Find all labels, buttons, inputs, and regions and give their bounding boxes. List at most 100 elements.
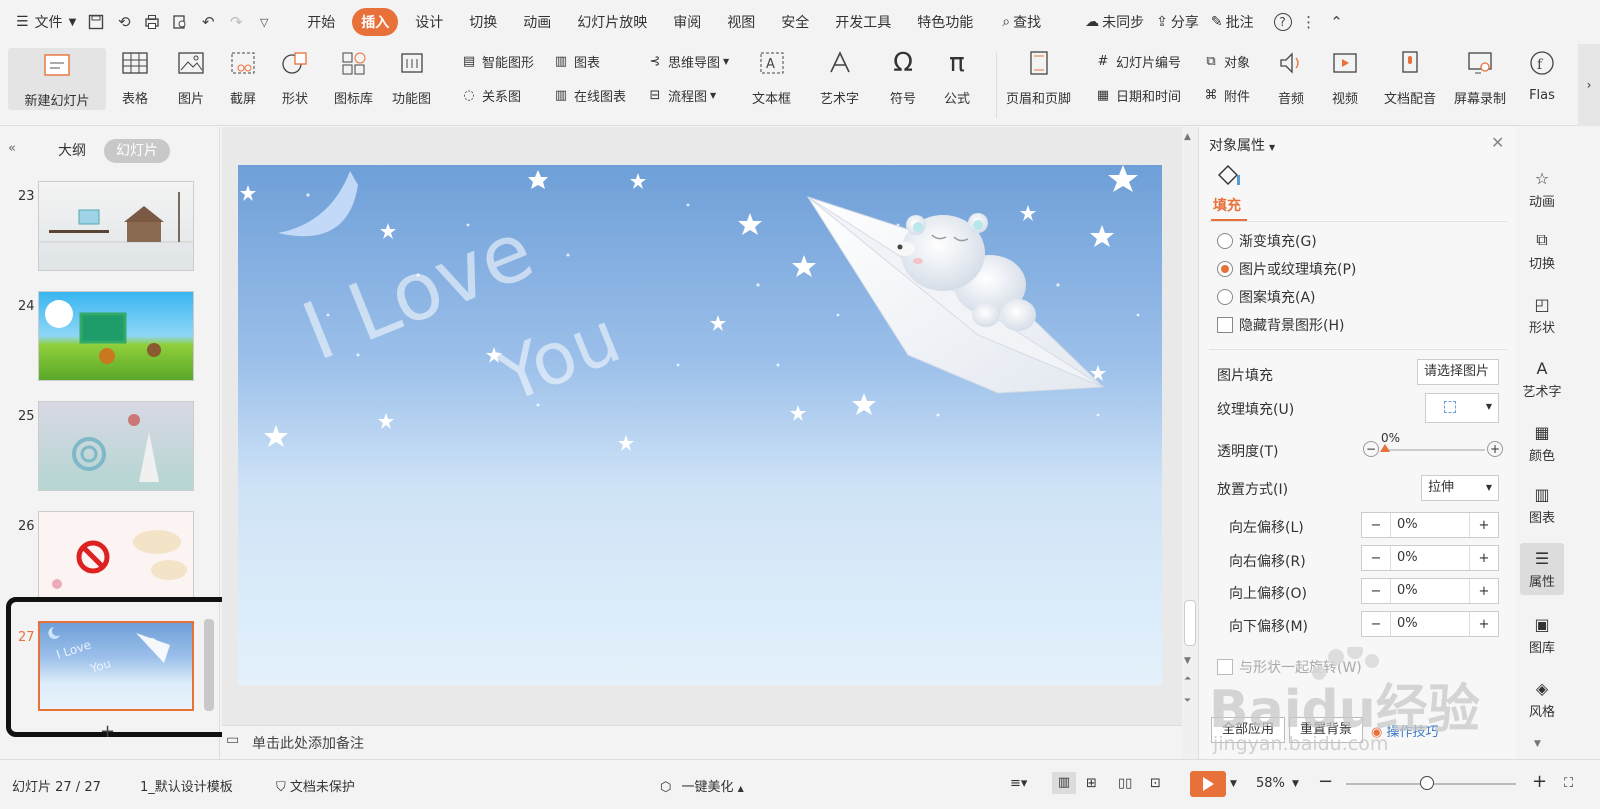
- file-menu[interactable]: ☰ 文件 ▼: [10, 8, 82, 36]
- rightbar-shape[interactable]: ◰ 形状: [1520, 293, 1564, 337]
- slide-thumbnail-23[interactable]: [38, 181, 194, 271]
- notes-pane[interactable]: ▭ 单击此处添加备注: [222, 725, 1182, 757]
- transparency-slider[interactable]: [1380, 444, 1485, 452]
- tips-link[interactable]: ◉ 操作技巧: [1371, 721, 1439, 740]
- decrement-button[interactable]: −: [1362, 518, 1390, 533]
- save-icon[interactable]: [85, 11, 107, 33]
- offset-right-stepper[interactable]: −0% +: [1361, 545, 1499, 571]
- print-preview-icon[interactable]: [169, 11, 191, 33]
- zoom-level[interactable]: 58%: [1256, 776, 1285, 791]
- rightbar-gallery[interactable]: ▣ 图库: [1520, 613, 1564, 657]
- new-slide-button[interactable]: 新建幻灯片: [8, 48, 106, 110]
- tab-developer[interactable]: 开发工具: [826, 8, 900, 36]
- zoom-chevron-icon[interactable]: ▼: [1292, 779, 1299, 789]
- customize-icon[interactable]: ▽: [253, 11, 275, 33]
- one-click-beautify-button[interactable]: ⬡ 一键美化 ▲: [660, 776, 744, 795]
- more-icon[interactable]: ⋮: [1298, 11, 1320, 33]
- undo-icon[interactable]: ↶: [197, 11, 219, 33]
- textbox-button[interactable]: A 文本框: [752, 48, 791, 107]
- scroll-up-icon[interactable]: ▲: [1184, 132, 1191, 142]
- select-picture-button[interactable]: 请选择图片: [1417, 359, 1499, 385]
- tab-fill[interactable]: 填充: [1213, 195, 1241, 215]
- relation-chart-button[interactable]: ◌ 关系图: [460, 86, 521, 105]
- flash-button[interactable]: f Flas: [1524, 48, 1560, 103]
- radio-picture-fill[interactable]: 图片或纹理填充(P): [1217, 259, 1356, 279]
- table-button[interactable]: 表格: [120, 48, 150, 107]
- picture-button[interactable]: 图片: [176, 48, 206, 107]
- offset-up-stepper[interactable]: −0% +: [1361, 578, 1499, 604]
- decrement-button[interactable]: −: [1362, 617, 1390, 632]
- sync-button[interactable]: ☁ 未同步: [1079, 8, 1150, 36]
- zoom-out-button[interactable]: −: [1318, 771, 1333, 792]
- increment-button[interactable]: +: [1470, 551, 1498, 566]
- mindmap-button[interactable]: ⊰ 思维导图 ▼: [646, 52, 730, 71]
- video-button[interactable]: 视频: [1330, 48, 1360, 107]
- slide-canvas[interactable]: I Love You: [238, 165, 1162, 685]
- slide-sorter-icon[interactable]: ⊞: [1086, 776, 1097, 791]
- slide-number-button[interactable]: # 幻灯片编号: [1094, 52, 1181, 71]
- canvas-scrollbar-thumb[interactable]: [1184, 600, 1196, 646]
- radio-pattern-fill[interactable]: 图案填充(A): [1217, 287, 1316, 307]
- apply-all-button[interactable]: 全部应用: [1211, 717, 1285, 743]
- help-icon[interactable]: ?: [1273, 13, 1292, 31]
- offset-down-stepper[interactable]: −0% +: [1361, 611, 1499, 637]
- thumbnail-scrollbar-thumb[interactable]: [204, 619, 214, 711]
- close-icon[interactable]: ✕: [1491, 133, 1504, 152]
- decrement-button[interactable]: −: [1362, 551, 1390, 566]
- slide-thumbnail-26[interactable]: [38, 511, 194, 601]
- transparency-decrease-button[interactable]: −: [1363, 441, 1379, 457]
- function-chart-button[interactable]: 功能图: [392, 48, 431, 107]
- screenshot-button[interactable]: 截屏: [228, 48, 258, 107]
- notes-toggle-icon[interactable]: ≡▾: [1010, 776, 1027, 791]
- rightbar-animation[interactable]: ☆ 动画: [1520, 167, 1564, 211]
- rightbar-style[interactable]: ◈ 风格: [1520, 677, 1564, 721]
- search-button[interactable]: ⌕ 查找: [996, 8, 1047, 36]
- tab-home[interactable]: 开始: [298, 8, 344, 36]
- offset-left-stepper[interactable]: −0% +: [1361, 512, 1499, 538]
- icon-library-button[interactable]: 图标库: [334, 48, 373, 107]
- rightbar-transition[interactable]: ⧉ 切换: [1520, 229, 1564, 272]
- narration-button[interactable]: 文档配音: [1384, 48, 1436, 107]
- play-slideshow-button[interactable]: [1190, 771, 1226, 797]
- collapse-panel-icon[interactable]: «: [8, 141, 16, 156]
- rightbar-scroll-down-icon[interactable]: ▼: [1534, 739, 1541, 749]
- attachment-button[interactable]: ⌘ 附件: [1202, 86, 1251, 105]
- redo-icon[interactable]: ↷: [225, 11, 247, 33]
- tab-transition[interactable]: 切换: [460, 8, 506, 36]
- print-icon[interactable]: [141, 11, 163, 33]
- audio-button[interactable]: 音频: [1276, 48, 1306, 107]
- formula-button[interactable]: π 公式: [942, 48, 972, 107]
- slide-thumbnail-25[interactable]: [38, 401, 194, 491]
- header-footer-button[interactable]: 页眉和页脚: [1006, 48, 1071, 107]
- document-protection-button[interactable]: ⛉ 文档未保护: [276, 776, 355, 795]
- tab-security[interactable]: 安全: [772, 8, 818, 36]
- smart-art-button[interactable]: ▤ 智能图形: [460, 52, 534, 71]
- increment-button[interactable]: +: [1470, 518, 1498, 533]
- normal-view-icon[interactable]: ▥: [1052, 772, 1076, 794]
- wordart-button[interactable]: 艺术字: [820, 48, 859, 107]
- reading-view-icon[interactable]: ▯▯: [1118, 776, 1132, 791]
- zoom-slider[interactable]: [1346, 776, 1516, 790]
- rightbar-properties[interactable]: ☰ 属性: [1520, 543, 1564, 595]
- reset-background-button[interactable]: 重置背景: [1289, 717, 1363, 743]
- ribbon-scroll-right-button[interactable]: ›: [1578, 44, 1600, 126]
- format-painter-icon[interactable]: ⟲: [113, 11, 135, 33]
- zoom-in-button[interactable]: +: [1532, 771, 1547, 792]
- flowchart-button[interactable]: ⊟ 流程图 ▼: [646, 86, 717, 105]
- tab-design[interactable]: 设计: [406, 8, 452, 36]
- tab-animation[interactable]: 动画: [514, 8, 560, 36]
- comment-button[interactable]: ✎ 批注: [1205, 8, 1260, 36]
- presenter-view-icon[interactable]: ⊡: [1150, 776, 1161, 791]
- radio-gradient-fill[interactable]: 渐变填充(G): [1217, 231, 1317, 251]
- tab-slideshow[interactable]: 幻灯片放映: [568, 8, 656, 36]
- increment-button[interactable]: +: [1470, 617, 1498, 632]
- template-name[interactable]: 1_默认设计模板: [140, 776, 233, 795]
- slide-thumbnail-24[interactable]: [38, 291, 194, 381]
- object-button[interactable]: ⧉ 对象: [1202, 52, 1250, 71]
- tab-review[interactable]: 审阅: [664, 8, 710, 36]
- rightbar-chart[interactable]: ▥ 图表: [1520, 483, 1564, 527]
- tab-outline[interactable]: 大纲: [46, 139, 98, 163]
- prev-slide-icon[interactable]: ⏶: [1184, 674, 1191, 684]
- tab-slides[interactable]: 幻灯片: [104, 139, 170, 163]
- scroll-down-icon[interactable]: ▼: [1184, 656, 1191, 666]
